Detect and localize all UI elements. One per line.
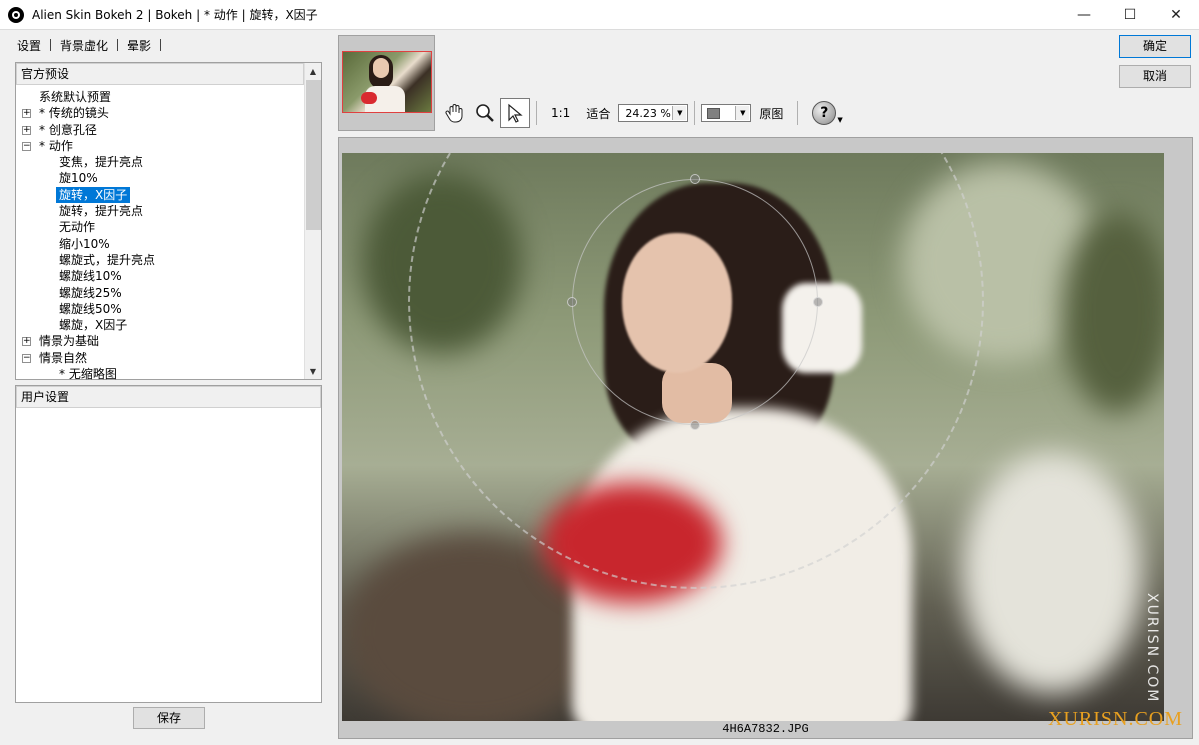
toolbar-divider bbox=[797, 101, 799, 125]
app-logo-icon bbox=[8, 6, 24, 23]
window-title: Alien Skin Bokeh 2 | Bokeh | * 动作 | 旋转，X… bbox=[32, 8, 318, 22]
preset-item-selected[interactable]: 旋转，X因子 bbox=[20, 186, 308, 203]
preview-toolbar: 1:1 适合 24.23 % ▼ ▼ 原图 ? ▼ bbox=[440, 96, 843, 130]
collapse-icon[interactable]: − bbox=[22, 353, 31, 363]
preset-item-label: 螺旋线10% bbox=[59, 269, 122, 284]
preview-image[interactable]: XURISN.COM bbox=[342, 153, 1164, 721]
preset-item-label: 情景为基础 bbox=[39, 334, 100, 349]
tab-settings[interactable]: 设置 bbox=[14, 37, 44, 54]
user-settings-header: 用户设置 bbox=[16, 386, 321, 408]
focus-handle-left[interactable] bbox=[567, 297, 577, 307]
watermark-logo: XURISN.COM bbox=[1048, 708, 1184, 730]
preset-item-label: * 传统的镜头 bbox=[39, 106, 109, 121]
preset-item-label: 螺旋线25% bbox=[59, 285, 122, 300]
scroll-down-icon[interactable]: ▼ bbox=[305, 363, 321, 379]
preset-item-label: * 创意孔径 bbox=[39, 122, 97, 137]
preset-item[interactable]: 无动作 bbox=[20, 219, 308, 235]
background-color-dropdown[interactable]: ▼ bbox=[701, 104, 752, 122]
tab-divider bbox=[160, 39, 162, 51]
toolbar-divider bbox=[536, 101, 537, 125]
help-icon[interactable]: ? bbox=[812, 101, 837, 125]
preset-item[interactable]: + * 创意孔径 bbox=[20, 122, 308, 138]
cancel-button[interactable]: 取消 bbox=[1119, 65, 1191, 88]
tab-divider bbox=[50, 39, 52, 51]
ok-button[interactable]: 确定 bbox=[1119, 35, 1191, 58]
preset-item[interactable]: + 情景为基础 bbox=[20, 333, 308, 349]
preset-item-label: 螺旋线50% bbox=[59, 301, 122, 316]
minimize-icon[interactable]: — bbox=[1061, 0, 1107, 30]
actual-size-button[interactable]: 1:1 bbox=[543, 106, 578, 120]
preset-item-label: 情景自然 bbox=[39, 350, 88, 365]
presets-header: 官方预设 bbox=[16, 63, 304, 85]
collapse-icon[interactable]: − bbox=[22, 141, 31, 151]
preset-tree: 系统默认预置 + * 传统的镜头 + * 创意孔径 − * 动作 变焦，提升亮点 旋10% 旋转，… bbox=[20, 89, 308, 382]
presets-scrollbar[interactable]: ▲ ▼ bbox=[304, 63, 321, 379]
user-settings-panel: 用户设置 bbox=[15, 385, 322, 703]
preset-item-label: 系统默认预置 bbox=[39, 90, 112, 104]
chevron-down-icon: ▼ bbox=[672, 106, 687, 120]
hand-tool-icon[interactable] bbox=[440, 98, 470, 128]
official-presets-panel: 官方预设 系统默认预置 + * 传统的镜头 + * 创意孔径 − * 动作 变焦，提升亮点 旋1… bbox=[15, 62, 322, 382]
navigator-thumbnail-panel bbox=[338, 35, 435, 131]
preset-item[interactable]: 螺旋线10% bbox=[20, 268, 308, 284]
fit-button[interactable]: 适合 bbox=[578, 105, 618, 122]
scroll-thumb[interactable] bbox=[306, 80, 321, 230]
title-bar: Alien Skin Bokeh 2 | Bokeh | * 动作 | 旋转，X… bbox=[0, 0, 1199, 30]
chevron-down-icon: ▼ bbox=[735, 106, 750, 120]
focus-handle-right[interactable] bbox=[813, 297, 823, 307]
color-swatch bbox=[707, 108, 721, 119]
preset-item[interactable]: 螺旋式，提升亮点 bbox=[20, 252, 308, 268]
tab-vignette[interactable]: 晕影 bbox=[124, 37, 154, 54]
preset-item[interactable]: 旋转，提升亮点 bbox=[20, 203, 308, 219]
preset-item-label: 旋转，提升亮点 bbox=[59, 204, 144, 219]
focus-handle-bottom[interactable] bbox=[690, 420, 700, 430]
preset-item[interactable]: − 情景自然 bbox=[20, 350, 308, 366]
preset-item[interactable]: 缩小10% bbox=[20, 236, 308, 252]
preset-item-label: * 无缩略图 bbox=[59, 367, 117, 382]
maximize-icon[interactable]: ☐ bbox=[1107, 0, 1153, 30]
expand-icon[interactable]: + bbox=[22, 125, 31, 135]
preset-item-label: 缩小10% bbox=[59, 236, 110, 251]
help-menu-chevron-icon[interactable]: ▼ bbox=[837, 116, 842, 124]
zoom-value: 24.23 % bbox=[625, 106, 671, 120]
preset-item[interactable]: 螺旋，X因子 bbox=[20, 317, 308, 333]
toolbar-divider bbox=[694, 101, 696, 125]
settings-tabs: 设置 背景虚化 晕影 bbox=[14, 36, 167, 54]
zoom-dropdown[interactable]: 24.23 % ▼ bbox=[618, 104, 689, 122]
expand-icon[interactable]: + bbox=[22, 109, 31, 119]
preview-panel: XURISN.COM 4H6A7832.JPG bbox=[338, 137, 1193, 739]
focus-handle-top[interactable] bbox=[690, 174, 700, 184]
preset-item-label: 螺旋，X因子 bbox=[59, 318, 128, 333]
close-icon[interactable]: ✕ bbox=[1153, 0, 1199, 30]
watermark-vertical: XURISN.COM bbox=[1144, 593, 1160, 704]
preset-item[interactable]: + * 传统的镜头 bbox=[20, 105, 308, 121]
save-button[interactable]: 保存 bbox=[133, 707, 205, 729]
preset-item[interactable]: 螺旋线50% bbox=[20, 301, 308, 317]
tab-background-blur[interactable]: 背景虚化 bbox=[57, 37, 111, 54]
preset-item[interactable]: 变焦，提升亮点 bbox=[20, 154, 308, 170]
preset-item-label: 旋10% bbox=[59, 171, 98, 186]
preset-item-label: * 动作 bbox=[39, 138, 73, 153]
preset-item[interactable]: * 无缩略图 bbox=[20, 366, 308, 382]
scroll-up-icon[interactable]: ▲ bbox=[305, 63, 321, 79]
preset-item-label: 无动作 bbox=[59, 220, 96, 235]
preset-item[interactable]: 螺旋线25% bbox=[20, 285, 308, 301]
tab-divider bbox=[117, 39, 119, 51]
preset-item[interactable]: 旋10% bbox=[20, 170, 308, 186]
original-button[interactable]: 原图 bbox=[751, 105, 791, 122]
photo-thumbnail[interactable] bbox=[342, 51, 432, 113]
inner-focus-ring[interactable] bbox=[572, 179, 818, 425]
expand-icon[interactable]: + bbox=[22, 337, 31, 347]
preset-item-label: 变焦，提升亮点 bbox=[59, 155, 144, 170]
preset-item-label: 螺旋式，提升亮点 bbox=[59, 252, 156, 267]
preset-item[interactable]: − * 动作 bbox=[20, 138, 308, 154]
preset-item-label: 旋转，X因子 bbox=[56, 186, 131, 203]
preset-item[interactable]: 系统默认预置 bbox=[20, 89, 308, 105]
zoom-tool-icon[interactable] bbox=[470, 98, 500, 128]
select-tool-icon[interactable] bbox=[500, 98, 530, 128]
